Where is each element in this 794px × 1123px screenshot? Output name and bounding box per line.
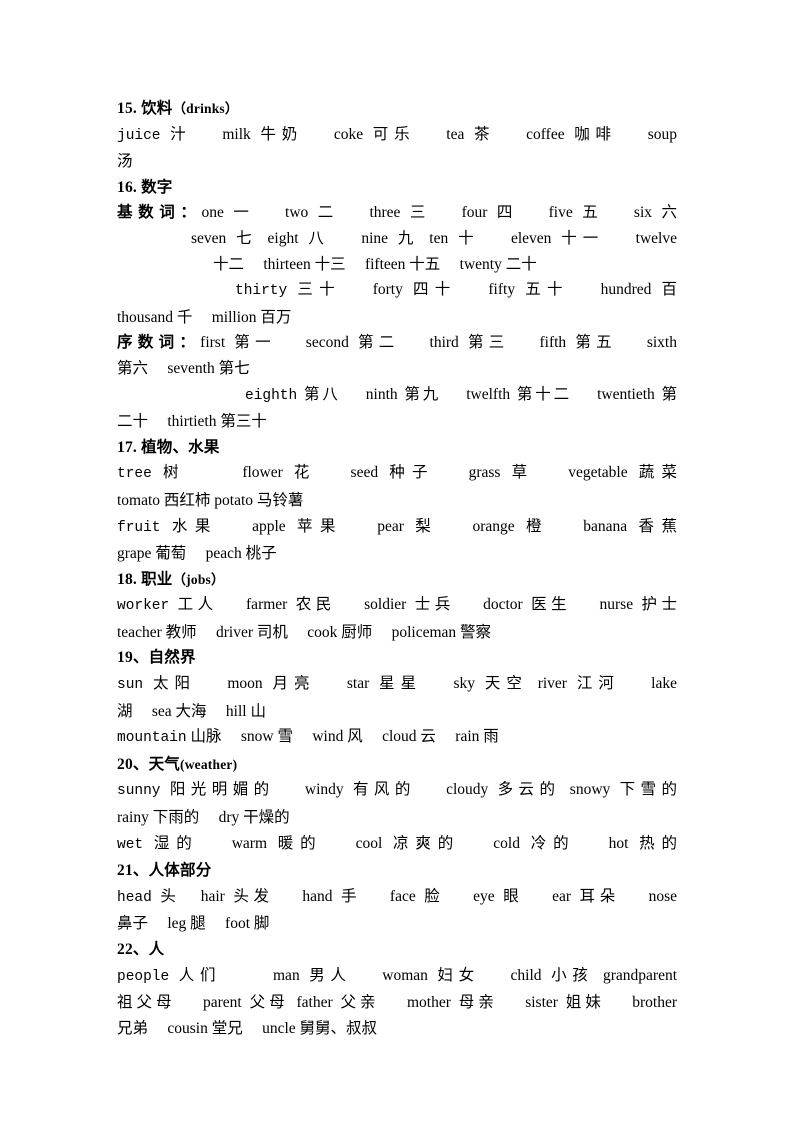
word-line: sunny 阳光明媚的 windy 有风的 cloudy 多云的 snowy 下… — [117, 781, 677, 800]
word-line: rainy 下雨的 dry 干燥的 — [117, 809, 290, 827]
section-heading-15: 15. 饮料（drinks） — [117, 96, 677, 122]
word-line: teacher 教师 driver 司机 cook 厨师 policeman 警… — [117, 623, 492, 641]
word-en: sun — [117, 677, 144, 694]
section-title-22: 人 — [148, 941, 165, 958]
document-body: 15. 饮料（drinks） juice 汁 milk 牛奶 coke 可乐 t… — [117, 96, 677, 1041]
section-heading-17: 17. 植物、水果 — [117, 435, 677, 461]
word-en: sunny — [117, 783, 161, 800]
word-en: juice — [117, 127, 161, 144]
section-heading-16: 16. 数字 — [117, 175, 677, 201]
word-line: people 人们 man 男人 woman 妇女 child 小孩 grand… — [117, 966, 677, 985]
section-number-15: 15. — [117, 100, 137, 117]
word-line: eighth 第八 ninth 第九 twelfth 第十二 twentieth… — [245, 385, 677, 404]
section-number-18: 18. — [117, 570, 137, 588]
word-line: fruit 水果 apple 苹果 pear 梨 orange 橙 banana… — [117, 517, 677, 536]
word-line: juice 汁 milk 牛奶 coke 可乐 tea 茶 coffee 咖啡 … — [117, 125, 677, 144]
word-line: thousand 千 million 百万 — [117, 308, 292, 326]
word-line: 基数词：one 一 two 二 three 三 four 四 five 五 si… — [117, 204, 677, 222]
word-line: tomato 西红柿 potato 马铃薯 — [117, 491, 304, 509]
word-line: wet 湿的 warm 暖的 cool 凉爽的 cold 冷的 hot 热的 — [117, 834, 677, 853]
section-title-en-18: （jobs） — [172, 571, 225, 587]
word-line: 祖父母 parent 父母 father 父亲 mother 母亲 sister… — [117, 994, 677, 1012]
subgroup-label-cardinal: 基数词： — [117, 204, 202, 222]
word-en: worker — [117, 598, 170, 615]
word-en: people — [117, 968, 170, 985]
subgroup-label-ordinal: 序数词： — [117, 334, 201, 352]
word-line: head 头 hair 头发 hand 手 face 脸 eye 眼 ear 耳… — [117, 887, 677, 906]
section-title-en-20: (weather) — [180, 756, 238, 772]
section-title-19: 自然界 — [148, 649, 196, 667]
section-title-en-15: （drinks） — [172, 101, 239, 116]
section-title-17: 植物、水果 — [141, 438, 220, 456]
section-number-19: 19、 — [117, 649, 149, 667]
section-heading-22: 22、人 — [117, 937, 677, 963]
section-title-21: 人体部分 — [148, 862, 212, 880]
section-heading-19: 19、自然界 — [117, 645, 677, 671]
section-number-16: 16. — [117, 178, 137, 196]
word-line: thirty 三十 forty 四十 fifty 五十 hundred 百 — [235, 281, 677, 300]
section-heading-20: 20、天气(weather) — [117, 752, 677, 778]
word-en: head — [117, 889, 152, 906]
word-line: mountain 山脉 snow 雪 wind 风 cloud 云 rain 雨 — [117, 728, 499, 747]
word-line: seven 七 eight 八 nine 九 ten 十 eleven 十一 t… — [191, 229, 677, 247]
word-line: 序数词：first 第一 second 第二 third 第三 fifth 第五… — [117, 334, 677, 352]
section-number-20: 20、 — [117, 755, 149, 773]
section-number-17: 17. — [117, 438, 137, 456]
section-heading-21: 21、人体部分 — [117, 858, 677, 884]
section-title-16: 数字 — [141, 178, 173, 196]
word-line: 汤 — [117, 153, 133, 171]
section-title-15: 饮料 — [141, 100, 173, 117]
word-line: 鼻子 leg 腿 foot 脚 — [117, 915, 270, 933]
word-line: 湖 sea 大海 hill 山 — [117, 702, 266, 720]
word-en: eighth — [245, 387, 298, 404]
word-en: tree — [117, 466, 152, 483]
word-line: 二十 thirtieth 第三十 — [117, 413, 267, 431]
word-line: sun 太阳 moon 月亮 star 星星 sky 天空 river 江河 l… — [117, 675, 677, 694]
section-number-21: 21、 — [117, 862, 149, 880]
section-title-18: 职业 — [141, 570, 173, 588]
word-en: fruit — [117, 519, 161, 536]
section-number-22: 22、 — [117, 941, 149, 958]
word-en: mountain — [117, 730, 187, 747]
word-line: 十二 thirteen 十三 fifteen 十五 twenty 二十 — [213, 255, 537, 273]
section-heading-18: 18. 职业（jobs） — [117, 567, 677, 593]
word-line: worker 工人 farmer 农民 soldier 士兵 doctor 医生… — [117, 596, 677, 615]
word-en: thirty — [235, 283, 288, 300]
word-line: tree 树 flower 花 seed 种子 grass 草 vegetabl… — [117, 464, 677, 483]
word-en: wet — [117, 836, 144, 853]
word-line: 第六 seventh 第七 — [117, 359, 250, 377]
word-line: 兄弟 cousin 堂兄 uncle 舅舅、叔叔 — [117, 1019, 378, 1037]
section-title-20: 天气 — [148, 755, 181, 773]
word-line: grape 葡萄 peach 桃子 — [117, 545, 277, 563]
